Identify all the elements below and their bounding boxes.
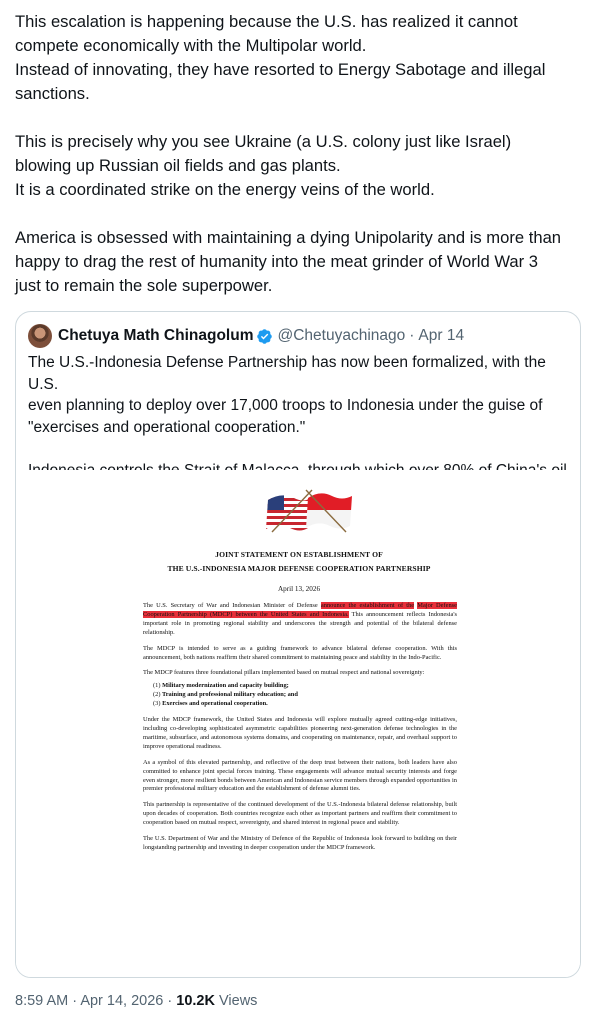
- quoted-line: The U.S.-Indonesia Defense Partnership h…: [28, 354, 546, 393]
- document-subtitle: THE U.S.-INDONESIA MAJOR DEFENSE COOPERA…: [167, 564, 431, 573]
- separator-dot: ·: [72, 993, 78, 1009]
- pillar-number: (3): [153, 700, 161, 708]
- views-label: Views: [219, 993, 258, 1009]
- pillar-item: (3) Exercises and operational cooperatio…: [153, 700, 457, 709]
- pillar-item: (1) Military modernization and capacity …: [153, 682, 457, 691]
- quoted-post-header: Chetuya Math Chinagolum @Chetuyachinago …: [28, 324, 464, 348]
- pillar-list: (1) Military modernization and capacity …: [153, 682, 457, 709]
- post-time[interactable]: 8:59 AM: [15, 993, 68, 1009]
- post-line: compete economically with the Multipolar…: [15, 36, 367, 55]
- post-text: This escalation is happening because the…: [15, 10, 585, 322]
- document-paragraph: Under the MDCP framework, the United Sta…: [143, 716, 457, 750]
- quoted-post-text: The U.S.-Indonesia Defense Partnership h…: [28, 352, 573, 481]
- quoted-author-handle[interactable]: @Chetuyachinago: [277, 327, 405, 345]
- document-title: JOINT STATEMENT ON ESTABLISHMENT OF: [215, 550, 383, 559]
- views-count[interactable]: 10.2K: [176, 993, 215, 1009]
- post-date[interactable]: Apr 14, 2026: [80, 993, 163, 1009]
- document-paragraph: This partnership is representative of th…: [143, 801, 457, 827]
- post-line: happy to drag the rest of humanity into …: [15, 252, 538, 271]
- avatar[interactable]: [28, 324, 52, 348]
- document-text: The U.S. Secretary of War and Indonesian…: [143, 602, 321, 609]
- quoted-post-date[interactable]: Apr 14: [418, 327, 464, 345]
- post-line: Instead of innovating, they have resorte…: [15, 60, 546, 79]
- post-line: America is obsessed with maintaining a d…: [15, 228, 562, 247]
- post-line: blowing up Russian oil fields and gas pl…: [15, 156, 341, 175]
- post-paragraph-3: America is obsessed with maintaining a d…: [15, 226, 585, 298]
- document-paragraph: The MDCP features three foundational pil…: [143, 669, 425, 677]
- document-paragraph: The U.S. Secretary of War and Indonesian…: [143, 602, 457, 638]
- document-paragraph: As a symbol of this elevated partnership…: [143, 758, 457, 793]
- separator-dot: ·: [167, 993, 173, 1009]
- quoted-line: even planning to deploy over 17,000 troo…: [28, 397, 543, 414]
- separator-dot: ·: [409, 327, 415, 344]
- pillar-number: (1): [153, 682, 161, 690]
- document-body: The U.S. Secretary of War and Indonesian…: [143, 602, 457, 860]
- verified-badge-icon: [257, 328, 273, 344]
- highlighted-text: announce the establishment of the: [320, 602, 415, 609]
- document-paragraph: The MDCP is intended to serve as a guidi…: [143, 644, 457, 661]
- post-line: It is a coordinated strike on the energy…: [15, 180, 435, 199]
- pillar-number: (2): [153, 691, 161, 699]
- pillar-text: Exercises and operational cooperation.: [162, 700, 268, 708]
- pillar-item: (2) Training and professional military e…: [153, 691, 457, 700]
- post-metadata: 8:59 AM · Apr 14, 2026 · 10.2K Views: [15, 993, 257, 1009]
- post-line: sanctions.: [15, 84, 90, 103]
- document-paragraph: The U.S. Department of War and the Minis…: [143, 835, 457, 851]
- quoted-author-name[interactable]: Chetuya Math Chinagolum: [58, 327, 253, 345]
- quoted-line: "exercises and operational cooperation.": [28, 418, 306, 436]
- post-paragraph-2: This is precisely why you see Ukraine (a…: [15, 130, 585, 202]
- post-line: This escalation is happening because the…: [15, 12, 518, 31]
- post-line: This is precisely why you see Ukraine (a…: [15, 132, 512, 151]
- document-image[interactable]: JOINT STATEMENT ON ESTABLISHMENT OF THE …: [16, 470, 580, 977]
- post-paragraph-1: This escalation is happening because the…: [15, 10, 585, 106]
- post-line: just to remain the sole superpower.: [15, 276, 273, 295]
- pillar-text: Military modernization and capacity buil…: [162, 682, 289, 690]
- pillar-text: Training and professional military educa…: [161, 691, 298, 699]
- quoted-post-card[interactable]: Chetuya Math Chinagolum @Chetuyachinago …: [15, 311, 581, 978]
- document-date: April 13, 2026: [277, 585, 321, 593]
- us-indonesia-flags-icon: [266, 489, 352, 533]
